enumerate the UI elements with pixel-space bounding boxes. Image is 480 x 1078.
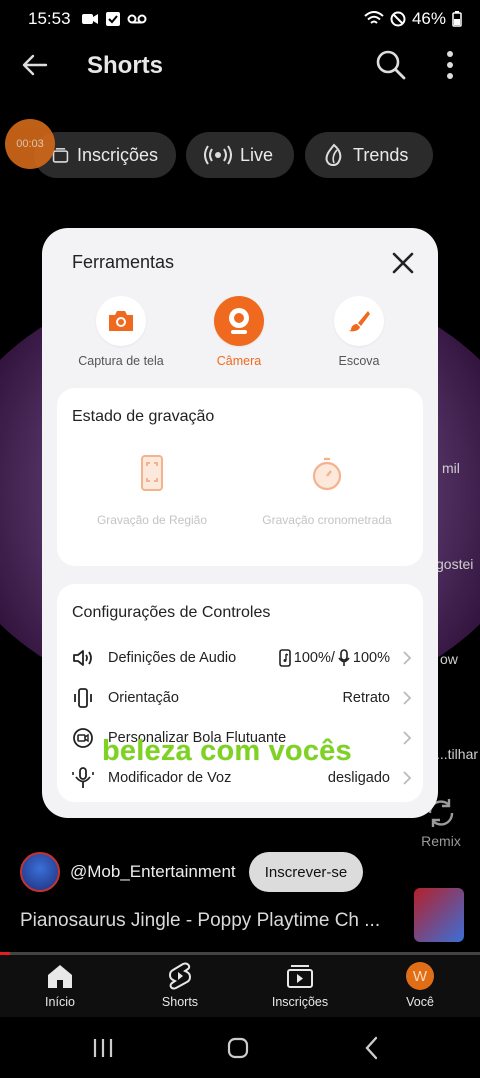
voice-modifier-row[interactable]: Modificador de Voz desligado <box>72 766 412 790</box>
floating-ball-icon <box>73 728 93 748</box>
recording-timer-bubble[interactable]: 00:03 <box>5 119 55 169</box>
tool-brush[interactable]: Escova <box>299 296 419 368</box>
search-icon[interactable] <box>374 48 408 82</box>
controls-title: Configurações de Controles <box>72 604 271 621</box>
chip-label: Inscrições <box>76 144 158 165</box>
battery-icon <box>452 11 462 27</box>
home-button-icon[interactable] <box>223 1033 253 1063</box>
trending-icon <box>325 143 342 167</box>
microphone-icon <box>338 649 350 666</box>
nav-label: Inscrições <box>271 995 329 1009</box>
tool-label: Captura de tela <box>78 354 164 368</box>
chip-label: Live <box>240 144 274 165</box>
speaker-icon <box>73 650 92 666</box>
recording-option-label: Gravação cronometrada <box>262 513 392 527</box>
nav-label: Início <box>45 995 75 1009</box>
chip-label: Trends <box>353 144 409 165</box>
orientation-row[interactable]: Orientação Retrato <box>72 686 412 710</box>
chevron-right-icon <box>403 731 412 745</box>
brush-icon <box>349 311 370 332</box>
chevron-right-icon <box>403 651 412 665</box>
row-value: Retrato <box>342 690 390 706</box>
tools-dialog: Ferramentas Captura de tela Câmera Escov… <box>42 228 438 818</box>
page-title: Shorts <box>87 52 164 79</box>
chevron-right-icon <box>403 691 412 705</box>
wifi-icon <box>364 11 384 24</box>
recording-timer: 00:03 <box>16 138 44 150</box>
tool-label: Escova <box>338 354 380 368</box>
video-caption: beleza com vocês <box>102 735 352 767</box>
subscribe-button[interactable]: Inscrever-se <box>249 852 363 892</box>
tool-camera[interactable]: Câmera <box>179 296 299 368</box>
controls-card: Configurações de Controles Definições de… <box>57 584 423 802</box>
device-audio-icon <box>278 649 291 667</box>
recording-state-card: Estado de gravação Gravação de Região Gr… <box>57 388 423 566</box>
remix-label: Remix <box>421 833 461 849</box>
audio-settings-row[interactable]: Definições de Audio 100%/ 100% <box>72 646 412 670</box>
chip-subscriptions[interactable]: Inscrições <box>34 132 176 178</box>
status-time: 15:53 <box>28 9 71 28</box>
system-nav-bar <box>0 1017 480 1078</box>
tool-screenshot[interactable]: Captura de tela <box>61 296 181 368</box>
home-icon <box>48 965 72 988</box>
channel-row: @Mob_Entertainment Inscrever-se <box>20 850 480 894</box>
filter-chips: Inscrições Live Trends <box>0 132 480 178</box>
shorts-icon <box>169 962 191 990</box>
do-not-disturb-icon <box>390 11 406 27</box>
tool-label: Câmera <box>216 354 262 368</box>
channel-name[interactable]: @Mob_Entertainment <box>70 862 236 882</box>
app-bar: Shorts <box>0 38 480 94</box>
region-record-icon <box>141 455 163 491</box>
chip-live[interactable]: Live <box>186 132 294 178</box>
nav-label: Você <box>406 995 434 1009</box>
back-arrow-icon[interactable] <box>20 50 50 80</box>
chip-trends[interactable]: Trends <box>305 132 433 178</box>
row-label: Orientação <box>108 690 179 706</box>
nav-shorts[interactable]: Shorts <box>130 961 230 1009</box>
live-icon <box>204 145 232 165</box>
voice-modifier-icon <box>72 767 94 788</box>
like-count[interactable]: mil <box>442 460 460 476</box>
recording-option-label: Gravação de Região <box>96 513 208 527</box>
row-label: Modificador de Voz <box>108 770 232 786</box>
channel-avatar[interactable] <box>20 852 60 892</box>
nav-home[interactable]: Início <box>10 961 110 1009</box>
chevron-right-icon <box>403 771 412 785</box>
back-button-icon[interactable] <box>358 1033 388 1063</box>
avatar: W <box>406 962 434 990</box>
video-title[interactable]: Pianosaurus Jingle - Poppy Playtime Ch .… <box>20 910 380 932</box>
region-recording-option[interactable]: Gravação de Região <box>72 454 232 528</box>
mic-audio-value: 100% <box>352 650 390 666</box>
audio-thumbnail[interactable] <box>414 888 464 942</box>
video-record-icon <box>81 14 98 24</box>
row-label: Definições de Audio <box>108 650 237 666</box>
screenshot-camera-icon <box>109 311 133 331</box>
timed-recording-option[interactable]: Gravação cronometrada <box>247 454 407 528</box>
status-bar: 15:53 46% <box>0 0 480 38</box>
share-label[interactable]: ...tilhar <box>436 746 478 762</box>
subscriptions-icon <box>287 965 313 988</box>
system-audio-value: 100%/ <box>293 650 335 666</box>
recording-state-title: Estado de gravação <box>72 408 215 425</box>
nav-subscriptions[interactable]: Inscrições <box>250 961 350 1009</box>
battery-percent: 46% <box>411 9 446 28</box>
nav-you[interactable]: W Você <box>370 961 470 1009</box>
orientation-icon <box>74 688 92 708</box>
dislike-label[interactable]: gostei <box>436 556 473 572</box>
timer-icon <box>312 457 342 491</box>
dialog-title: Ferramentas <box>72 252 175 272</box>
recent-apps-icon[interactable] <box>88 1033 118 1063</box>
voicemail-icon <box>127 14 147 24</box>
more-vert-icon[interactable] <box>438 48 462 82</box>
bottom-nav: Início Shorts Inscrições W Você <box>0 955 480 1017</box>
webcam-icon <box>229 308 249 334</box>
row-value: desligado <box>327 770 390 786</box>
checkbox-icon <box>105 12 120 26</box>
close-icon[interactable] <box>390 250 416 276</box>
rail-label[interactable]: ow <box>440 651 458 667</box>
nav-label: Shorts <box>161 995 199 1009</box>
